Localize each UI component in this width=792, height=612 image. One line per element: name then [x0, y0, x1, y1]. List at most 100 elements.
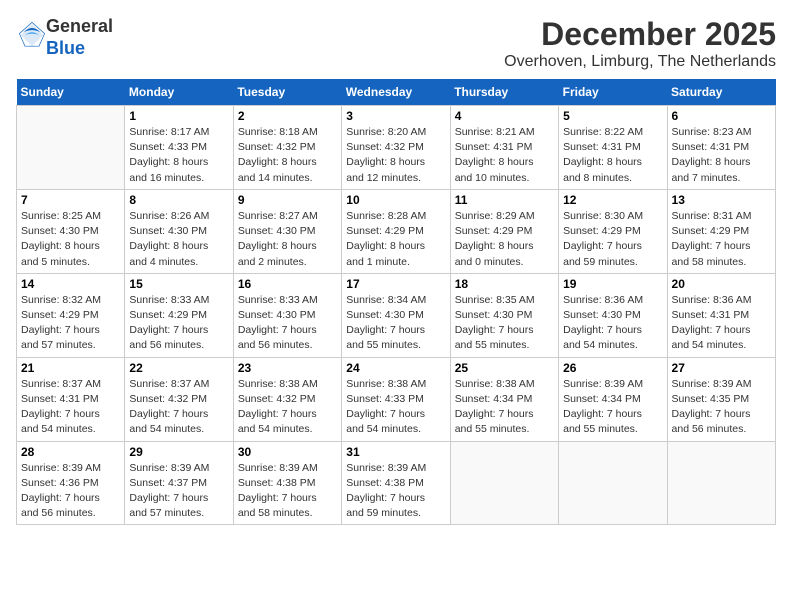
day-cell: 1 Sunrise: 8:17 AM Sunset: 4:33 PM Daylig… [125, 106, 233, 190]
day-info: Sunrise: 8:30 AM Sunset: 4:29 PM Dayligh… [563, 209, 662, 270]
day-info: Sunrise: 8:36 AM Sunset: 4:31 PM Dayligh… [672, 293, 771, 354]
day-number: 2 [238, 109, 337, 123]
logo-text: General Blue [46, 16, 113, 59]
day-cell: 22 Sunrise: 8:37 AM Sunset: 4:32 PM Dayli… [125, 357, 233, 441]
day-cell: 26 Sunrise: 8:39 AM Sunset: 4:34 PM Dayli… [559, 357, 667, 441]
day-number: 6 [672, 109, 771, 123]
day-cell: 29Sunrise: 8:39 AM Sunset: 4:37 PM Dayli… [125, 441, 233, 525]
day-cell: 21 Sunrise: 8:37 AM Sunset: 4:31 PM Dayli… [17, 357, 125, 441]
day-cell: 6 Sunrise: 8:23 AM Sunset: 4:31 PM Daylig… [667, 106, 775, 190]
day-info: Sunrise: 8:33 AM Sunset: 4:29 PM Dayligh… [129, 293, 228, 354]
header-row: SundayMondayTuesdayWednesdayThursdayFrid… [17, 79, 776, 106]
logo: General Blue [16, 16, 113, 59]
day-number: 23 [238, 361, 337, 375]
day-number: 9 [238, 193, 337, 207]
day-info: Sunrise: 8:39 AM Sunset: 4:36 PM Dayligh… [21, 461, 120, 522]
location: Overhoven, Limburg, The Netherlands [504, 53, 776, 71]
day-number: 25 [455, 361, 554, 375]
day-info: Sunrise: 8:27 AM Sunset: 4:30 PM Dayligh… [238, 209, 337, 270]
day-info: Sunrise: 8:35 AM Sunset: 4:30 PM Dayligh… [455, 293, 554, 354]
day-cell: 17 Sunrise: 8:34 AM Sunset: 4:30 PM Dayli… [342, 273, 450, 357]
day-info: Sunrise: 8:23 AM Sunset: 4:31 PM Dayligh… [672, 125, 771, 186]
col-header-wednesday: Wednesday [342, 79, 450, 106]
day-info: Sunrise: 8:34 AM Sunset: 4:30 PM Dayligh… [346, 293, 445, 354]
day-cell: 4 Sunrise: 8:21 AM Sunset: 4:31 PM Daylig… [450, 106, 558, 190]
week-row-2: 7 Sunrise: 8:25 AM Sunset: 4:30 PM Daylig… [17, 189, 776, 273]
day-number: 26 [563, 361, 662, 375]
day-number: 31 [346, 445, 445, 459]
day-number: 4 [455, 109, 554, 123]
day-number: 22 [129, 361, 228, 375]
day-number: 29 [129, 445, 228, 459]
day-number: 28 [21, 445, 120, 459]
day-info: Sunrise: 8:26 AM Sunset: 4:30 PM Dayligh… [129, 209, 228, 270]
day-cell: 3 Sunrise: 8:20 AM Sunset: 4:32 PM Daylig… [342, 106, 450, 190]
day-cell: 24Sunrise: 8:38 AM Sunset: 4:33 PM Dayli… [342, 357, 450, 441]
day-info: Sunrise: 8:20 AM Sunset: 4:32 PM Dayligh… [346, 125, 445, 186]
week-row-5: 28 Sunrise: 8:39 AM Sunset: 4:36 PM Dayli… [17, 441, 776, 525]
day-cell: 11 Sunrise: 8:29 AM Sunset: 4:29 PM Dayli… [450, 189, 558, 273]
day-cell: 8 Sunrise: 8:26 AM Sunset: 4:30 PM Daylig… [125, 189, 233, 273]
day-info: Sunrise: 8:33 AM Sunset: 4:30 PM Dayligh… [238, 293, 337, 354]
day-info: Sunrise: 8:37 AM Sunset: 4:31 PM Dayligh… [21, 377, 120, 438]
day-number: 24 [346, 361, 445, 375]
day-number: 12 [563, 193, 662, 207]
day-cell: 7 Sunrise: 8:25 AM Sunset: 4:30 PM Daylig… [17, 189, 125, 273]
day-cell: 14Sunrise: 8:32 AM Sunset: 4:29 PM Dayli… [17, 273, 125, 357]
day-info: Sunrise: 8:37 AM Sunset: 4:32 PM Dayligh… [129, 377, 228, 438]
day-cell: 13 Sunrise: 8:31 AM Sunset: 4:29 PM Dayli… [667, 189, 775, 273]
day-cell: 25 Sunrise: 8:38 AM Sunset: 4:34 PM Dayli… [450, 357, 558, 441]
col-header-sunday: Sunday [17, 79, 125, 106]
day-info: Sunrise: 8:31 AM Sunset: 4:29 PM Dayligh… [672, 209, 771, 270]
col-header-monday: Monday [125, 79, 233, 106]
day-info: Sunrise: 8:25 AM Sunset: 4:30 PM Dayligh… [21, 209, 120, 270]
day-info: Sunrise: 8:17 AM Sunset: 4:33 PM Dayligh… [129, 125, 228, 186]
day-info: Sunrise: 8:22 AM Sunset: 4:31 PM Dayligh… [563, 125, 662, 186]
day-info: Sunrise: 8:39 AM Sunset: 4:38 PM Dayligh… [346, 461, 445, 522]
day-cell [17, 106, 125, 190]
day-number: 5 [563, 109, 662, 123]
day-cell: 28 Sunrise: 8:39 AM Sunset: 4:36 PM Dayli… [17, 441, 125, 525]
day-number: 1 [129, 109, 228, 123]
day-cell: 5 Sunrise: 8:22 AM Sunset: 4:31 PM Daylig… [559, 106, 667, 190]
day-info: Sunrise: 8:28 AM Sunset: 4:29 PM Dayligh… [346, 209, 445, 270]
day-cell [667, 441, 775, 525]
day-info: Sunrise: 8:39 AM Sunset: 4:35 PM Dayligh… [672, 377, 771, 438]
day-number: 20 [672, 277, 771, 291]
week-row-3: 14Sunrise: 8:32 AM Sunset: 4:29 PM Dayli… [17, 273, 776, 357]
day-info: Sunrise: 8:21 AM Sunset: 4:31 PM Dayligh… [455, 125, 554, 186]
day-cell: 30Sunrise: 8:39 AM Sunset: 4:38 PM Dayli… [233, 441, 341, 525]
day-cell [559, 441, 667, 525]
day-number: 7 [21, 193, 120, 207]
day-cell: 15Sunrise: 8:33 AM Sunset: 4:29 PM Dayli… [125, 273, 233, 357]
day-number: 19 [563, 277, 662, 291]
day-cell: 10Sunrise: 8:28 AM Sunset: 4:29 PM Dayli… [342, 189, 450, 273]
day-info: Sunrise: 8:36 AM Sunset: 4:30 PM Dayligh… [563, 293, 662, 354]
day-number: 3 [346, 109, 445, 123]
week-row-1: 1 Sunrise: 8:17 AM Sunset: 4:33 PM Daylig… [17, 106, 776, 190]
day-info: Sunrise: 8:18 AM Sunset: 4:32 PM Dayligh… [238, 125, 337, 186]
day-cell: 9 Sunrise: 8:27 AM Sunset: 4:30 PM Daylig… [233, 189, 341, 273]
day-number: 21 [21, 361, 120, 375]
day-cell: 16Sunrise: 8:33 AM Sunset: 4:30 PM Dayli… [233, 273, 341, 357]
col-header-friday: Friday [559, 79, 667, 106]
logo-icon [18, 21, 46, 49]
day-cell: 2 Sunrise: 8:18 AM Sunset: 4:32 PM Daylig… [233, 106, 341, 190]
day-cell: 19 Sunrise: 8:36 AM Sunset: 4:30 PM Dayli… [559, 273, 667, 357]
day-number: 18 [455, 277, 554, 291]
day-info: Sunrise: 8:38 AM Sunset: 4:34 PM Dayligh… [455, 377, 554, 438]
day-cell: 27Sunrise: 8:39 AM Sunset: 4:35 PM Dayli… [667, 357, 775, 441]
day-info: Sunrise: 8:39 AM Sunset: 4:34 PM Dayligh… [563, 377, 662, 438]
day-cell: 20 Sunrise: 8:36 AM Sunset: 4:31 PM Dayli… [667, 273, 775, 357]
page-header: General Blue December 2025 Overhoven, Li… [16, 16, 776, 71]
day-number: 13 [672, 193, 771, 207]
col-header-thursday: Thursday [450, 79, 558, 106]
day-number: 30 [238, 445, 337, 459]
day-info: Sunrise: 8:29 AM Sunset: 4:29 PM Dayligh… [455, 209, 554, 270]
day-cell: 12 Sunrise: 8:30 AM Sunset: 4:29 PM Dayli… [559, 189, 667, 273]
col-header-tuesday: Tuesday [233, 79, 341, 106]
day-number: 8 [129, 193, 228, 207]
day-number: 11 [455, 193, 554, 207]
day-number: 17 [346, 277, 445, 291]
day-cell: 18 Sunrise: 8:35 AM Sunset: 4:30 PM Dayli… [450, 273, 558, 357]
